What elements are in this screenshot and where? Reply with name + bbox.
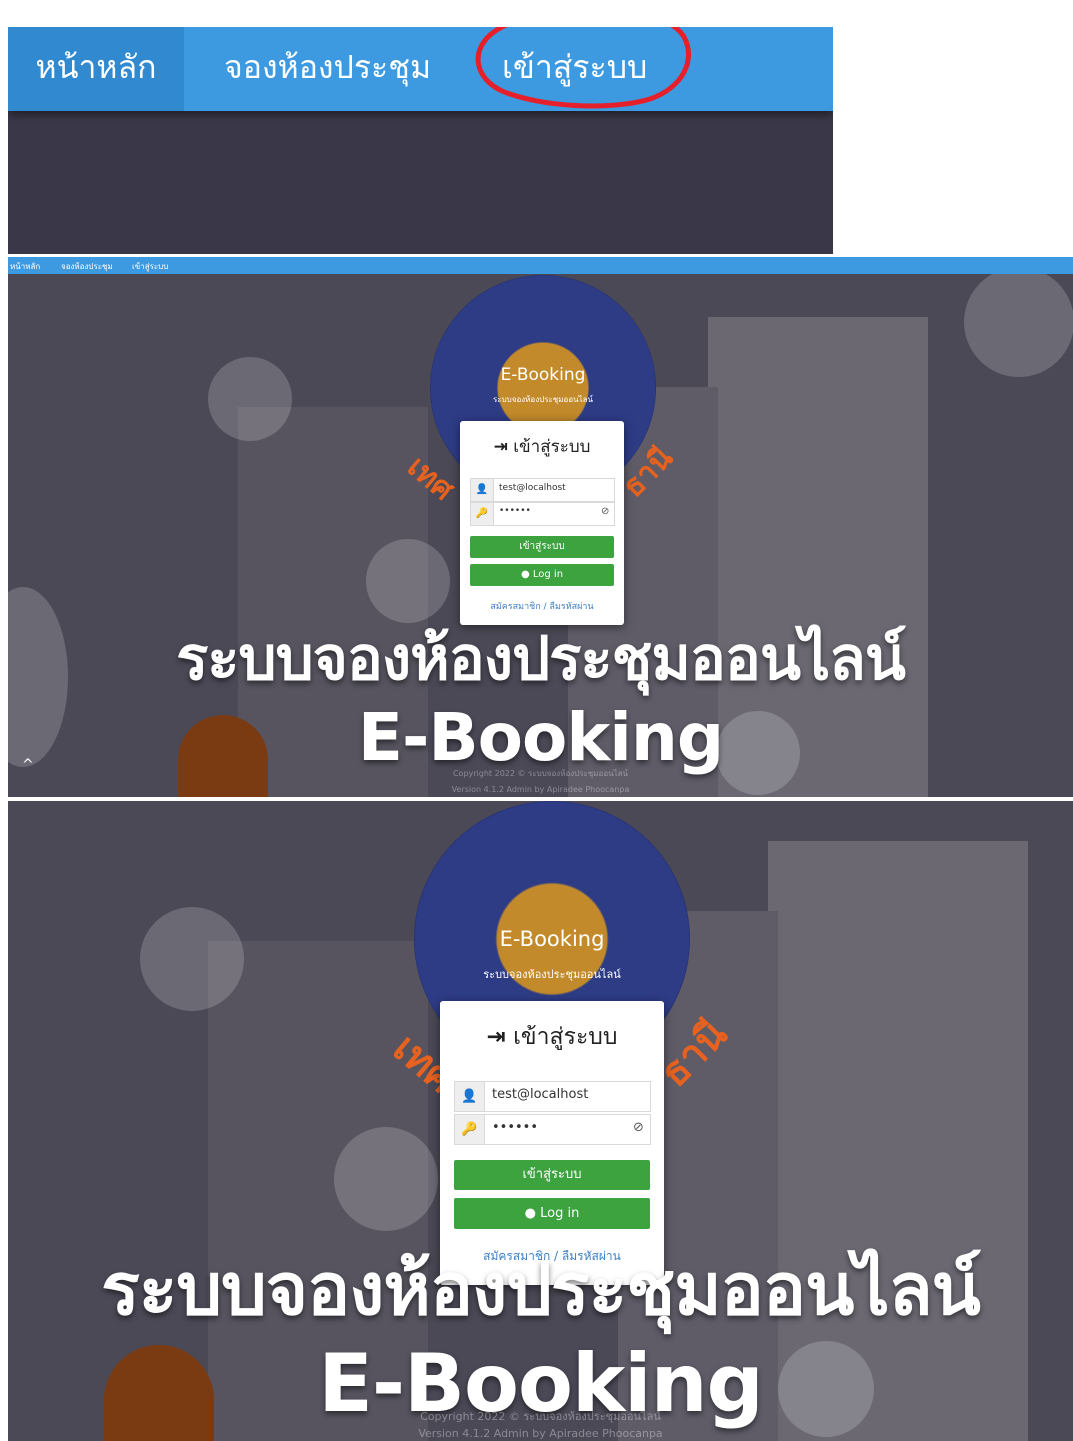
nav-login[interactable]: เข้าสู่ระบบ	[132, 260, 168, 273]
password-value[interactable]: ••••••	[492, 1120, 538, 1135]
chat-bubble-icon: ●	[524, 1206, 536, 1221]
zoomed-nav-panel: หน้าหลัก จองห้องประชุม เข้าสู่ระบบ	[8, 27, 833, 254]
headline-ebooking: E-Booking	[357, 699, 724, 776]
key-icon: 🔑	[455, 1115, 485, 1144]
red-annotation-circle-icon	[475, 27, 691, 109]
eye-slash-icon[interactable]: ⊘	[601, 506, 609, 517]
login-door-icon: ⇥	[486, 1024, 506, 1050]
nav-home[interactable]: หน้าหลัก	[10, 260, 40, 273]
line-login-label: Log in	[532, 569, 564, 580]
login-title-text: เข้าสู่ระบบ	[513, 1024, 618, 1050]
login-submit-button[interactable]: เข้าสู่ระบบ	[454, 1160, 650, 1190]
username-value[interactable]: test@localhost	[499, 483, 566, 493]
headline-thai: ระบบจองห้องประชุมออนไลน์	[176, 624, 906, 694]
nav-booking[interactable]: จองห้องประชุม	[224, 27, 431, 111]
username-value[interactable]: test@localhost	[492, 1087, 588, 1102]
headline-thai: ระบบจองห้องประชุมออนไลน์	[101, 1247, 981, 1331]
decor-circle	[964, 267, 1073, 377]
password-field[interactable]: 🔑 •••••• ⊘	[470, 502, 615, 526]
login-submit-button[interactable]: เข้าสู่ระบบ	[470, 536, 614, 558]
line-login-button[interactable]: ● Log in	[470, 564, 614, 586]
username-field[interactable]: 👤 test@localhost	[470, 478, 615, 502]
nav-home[interactable]: หน้าหลัก	[8, 27, 184, 111]
login-title: ⇥ เข้าสู่ระบบ	[440, 1019, 664, 1055]
user-icon: 👤	[471, 479, 494, 501]
nav-booking[interactable]: จองห้องประชุม	[61, 260, 113, 273]
decor-circle	[140, 907, 244, 1011]
key-icon: 🔑	[471, 503, 494, 525]
login-title: ⇥ เข้าสู่ระบบ	[460, 433, 624, 460]
password-field[interactable]: 🔑 •••••• ⊘	[454, 1114, 651, 1145]
line-login-button[interactable]: ● Log in	[454, 1198, 650, 1229]
seal-subtitle: ระบบจองห้องประชุมออนไลน์	[483, 968, 621, 981]
footer-copyright: Copyright 2022 © ระบบจองห้องประชุมออนไลน…	[452, 769, 629, 778]
login-page-large: E-Booking ระบบจองห้องประชุมออนไลน์ เทศ ธ…	[8, 801, 1073, 1441]
line-login-label: Log in	[540, 1206, 580, 1221]
user-icon: 👤	[455, 1082, 485, 1111]
login-card: ⇥ เข้าสู่ระบบ 👤 test@localhost 🔑 •••••• …	[460, 421, 624, 625]
seal-subtitle: ระบบจองห้องประชุมออนไลน์	[493, 395, 593, 404]
decor-circle	[208, 357, 292, 441]
seal-title: E-Booking	[499, 927, 605, 951]
decor-circle	[334, 1127, 438, 1231]
footer-version: Version 4.1.2 Admin by Apiradee Phoocanp…	[451, 785, 630, 794]
eye-slash-icon[interactable]: ⊘	[633, 1120, 644, 1135]
login-title-text: เข้าสู่ระบบ	[513, 437, 591, 457]
scroll-top-icon[interactable]: ^	[22, 757, 34, 773]
navbar: หน้าหลัก จองห้องประชุม เข้าสู่ระบบ	[8, 27, 833, 111]
username-field[interactable]: 👤 test@localhost	[454, 1081, 651, 1112]
login-page-small: หน้าหลัก จองห้องประชุม เข้าสู่ระบบ E-Boo…	[8, 257, 1073, 797]
seal-title: E-Booking	[500, 365, 586, 385]
chat-bubble-icon: ●	[520, 569, 530, 580]
mascot-image	[178, 715, 268, 797]
login-door-icon: ⇥	[493, 437, 508, 457]
top-navbar: หน้าหลัก จองห้องประชุม เข้าสู่ระบบ	[8, 257, 1073, 274]
password-value[interactable]: ••••••	[499, 506, 531, 516]
